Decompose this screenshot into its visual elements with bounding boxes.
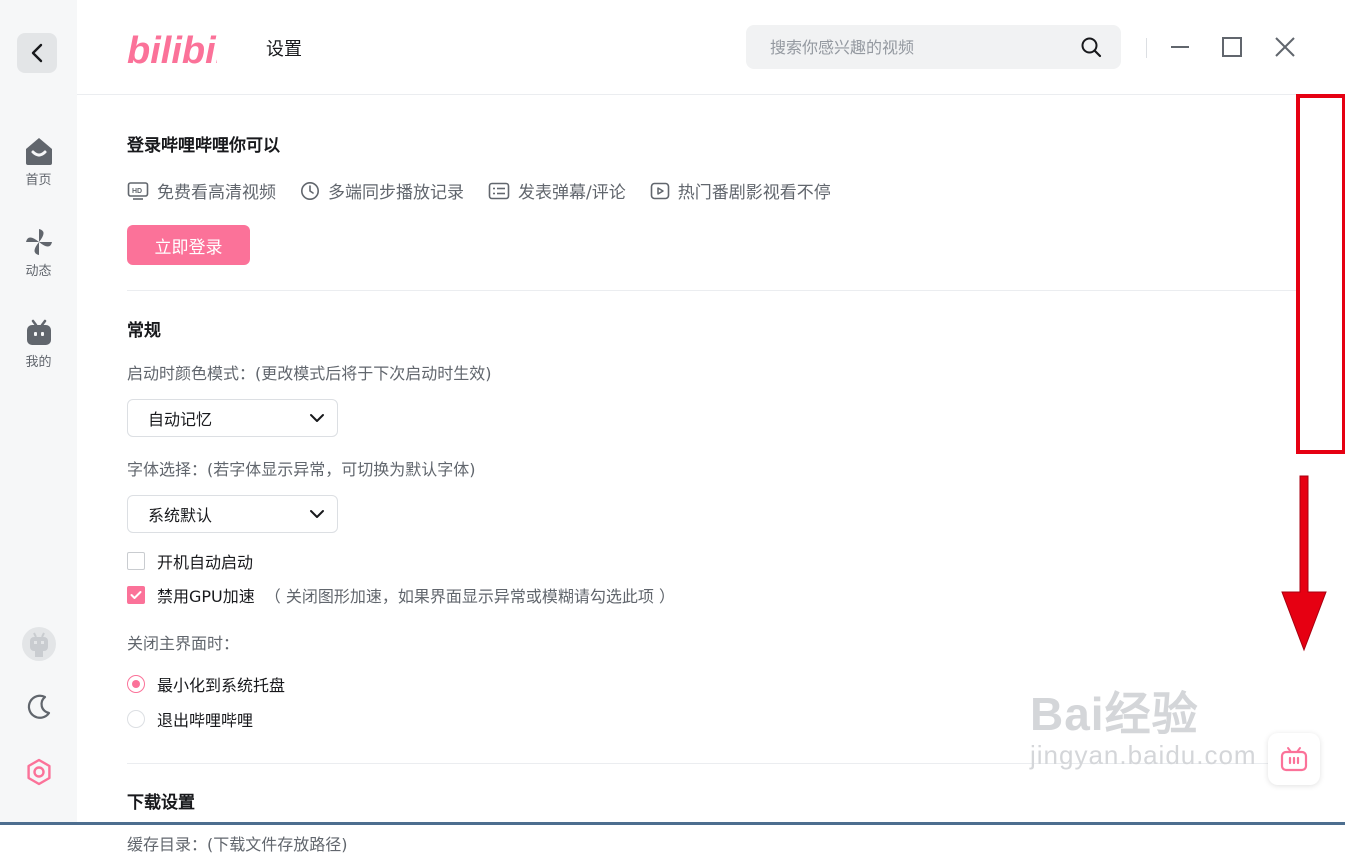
feature-label: 热门番剧影视看不停: [677, 183, 831, 203]
login-features: HD 免费看高清视频 多端同步播放记录 发表弹幕/评论 热门番剧影视看不停: [127, 178, 1297, 203]
chevron-down-icon: [310, 414, 324, 422]
close-icon: [1275, 37, 1295, 57]
sidebar-item-label: 动态: [25, 264, 52, 279]
moon-icon: [27, 694, 50, 719]
chevron-down-icon: [310, 510, 324, 518]
autostart-checkbox[interactable]: [127, 552, 145, 570]
feature-label: 多端同步播放记录: [328, 183, 464, 203]
checkmark-icon: [130, 591, 142, 599]
settings-button[interactable]: [0, 757, 77, 787]
font-select[interactable]: 系统默认: [127, 495, 338, 533]
top-bar: bilibili 设置: [77, 0, 1345, 95]
annotation-highlight-box: [1296, 94, 1345, 454]
feature-item: HD 免费看高清视频: [127, 178, 276, 203]
sidebar-item-label: 首页: [25, 173, 52, 188]
feature-item: 多端同步播放记录: [300, 178, 464, 203]
maximize-icon: [1222, 37, 1242, 57]
avatar[interactable]: [0, 626, 77, 662]
color-mode-value: 自动记忆: [148, 410, 213, 429]
floating-tv-button[interactable]: [1268, 733, 1320, 785]
page-title: 设置: [266, 39, 302, 60]
sidebar-item-home[interactable]: 首页: [0, 136, 77, 188]
sidebar-item-label: 我的: [25, 355, 52, 370]
minimize-button[interactable]: [1163, 30, 1197, 64]
watermark: Bai经验 jingyan.baidu.com: [1030, 678, 1257, 771]
tv-icon: [26, 319, 51, 345]
autostart-option[interactable]: 开机自动启动: [127, 549, 1297, 573]
close-option-label: 最小化到系统托盘: [157, 676, 286, 695]
back-button[interactable]: [17, 33, 57, 73]
login-button[interactable]: 立即登录: [127, 225, 250, 265]
feature-item: 热门番剧影视看不停: [650, 178, 831, 203]
cache-dir-label: 缓存目录：(下载文件存放路径): [127, 835, 348, 854]
play-icon: [650, 182, 670, 199]
feature-label: 发表弹幕/评论: [518, 183, 626, 203]
search-icon: [1081, 37, 1102, 58]
disable-gpu-hint: （ 关闭图形加速，如果界面显示异常或模糊请勾选此项 ）: [264, 587, 675, 606]
theme-toggle-button[interactable]: [0, 693, 77, 721]
search-input[interactable]: [768, 36, 1069, 58]
logo-text: bilibili: [127, 30, 217, 69]
minimize-icon: [1171, 46, 1189, 48]
search-button[interactable]: [1069, 25, 1113, 69]
chevron-left-icon: [31, 43, 43, 63]
color-mode-label: 启动时颜色模式：(更改模式后将于下次启动时生效): [127, 364, 492, 383]
exit-radio[interactable]: [127, 710, 145, 728]
feature-label: 免费看高清视频: [157, 183, 276, 203]
bilibili-logo[interactable]: bilibili: [127, 27, 217, 69]
sidebar-item-dynamic[interactable]: 动态: [0, 227, 77, 279]
autostart-label: 开机自动启动: [157, 553, 254, 572]
close-behavior-label: 关闭主界面时：: [127, 634, 240, 653]
sidebar-item-mine[interactable]: 我的: [0, 318, 77, 370]
watermark-main: Bai经验: [1030, 688, 1199, 740]
font-value: 系统默认: [148, 506, 213, 525]
disable-gpu-label: 禁用GPU加速: [157, 587, 255, 606]
disable-gpu-option[interactable]: 禁用GPU加速 （ 关闭图形加速，如果界面显示异常或模糊请勾选此项 ）: [127, 583, 1297, 607]
tv-icon: [1280, 747, 1308, 772]
clock-icon: [301, 181, 319, 200]
danmaku-icon: [488, 182, 510, 199]
general-section-title: 常规: [127, 321, 161, 341]
font-label: 字体选择：(若字体显示异常，可切换为默认字体): [127, 460, 476, 479]
avatar-icon: [21, 627, 56, 661]
search-box: [746, 25, 1121, 69]
color-mode-select[interactable]: 自动记忆: [127, 399, 338, 437]
hd-icon: HD: [127, 181, 149, 200]
close-button[interactable]: [1268, 30, 1302, 64]
close-option-label: 退出哔哩哔哩: [157, 711, 254, 730]
svg-text:HD: HD: [132, 188, 142, 195]
divider: [1146, 38, 1147, 58]
disable-gpu-checkbox[interactable]: [127, 586, 145, 604]
download-section-title: 下载设置: [127, 793, 195, 813]
maximize-button[interactable]: [1215, 30, 1249, 64]
home-icon: [25, 138, 52, 165]
annotation-arrow-down-icon: [1281, 475, 1327, 652]
minimize-radio[interactable]: [127, 675, 145, 693]
feature-item: 发表弹幕/评论: [488, 178, 626, 203]
login-section-title: 登录哔哩哔哩你可以: [127, 136, 280, 156]
watermark-sub: jingyan.baidu.com: [1030, 740, 1257, 770]
settings-hexagon-icon: [26, 758, 51, 786]
pinwheel-icon: [25, 229, 52, 255]
left-sidebar: 首页 动态 我的: [0, 0, 77, 825]
